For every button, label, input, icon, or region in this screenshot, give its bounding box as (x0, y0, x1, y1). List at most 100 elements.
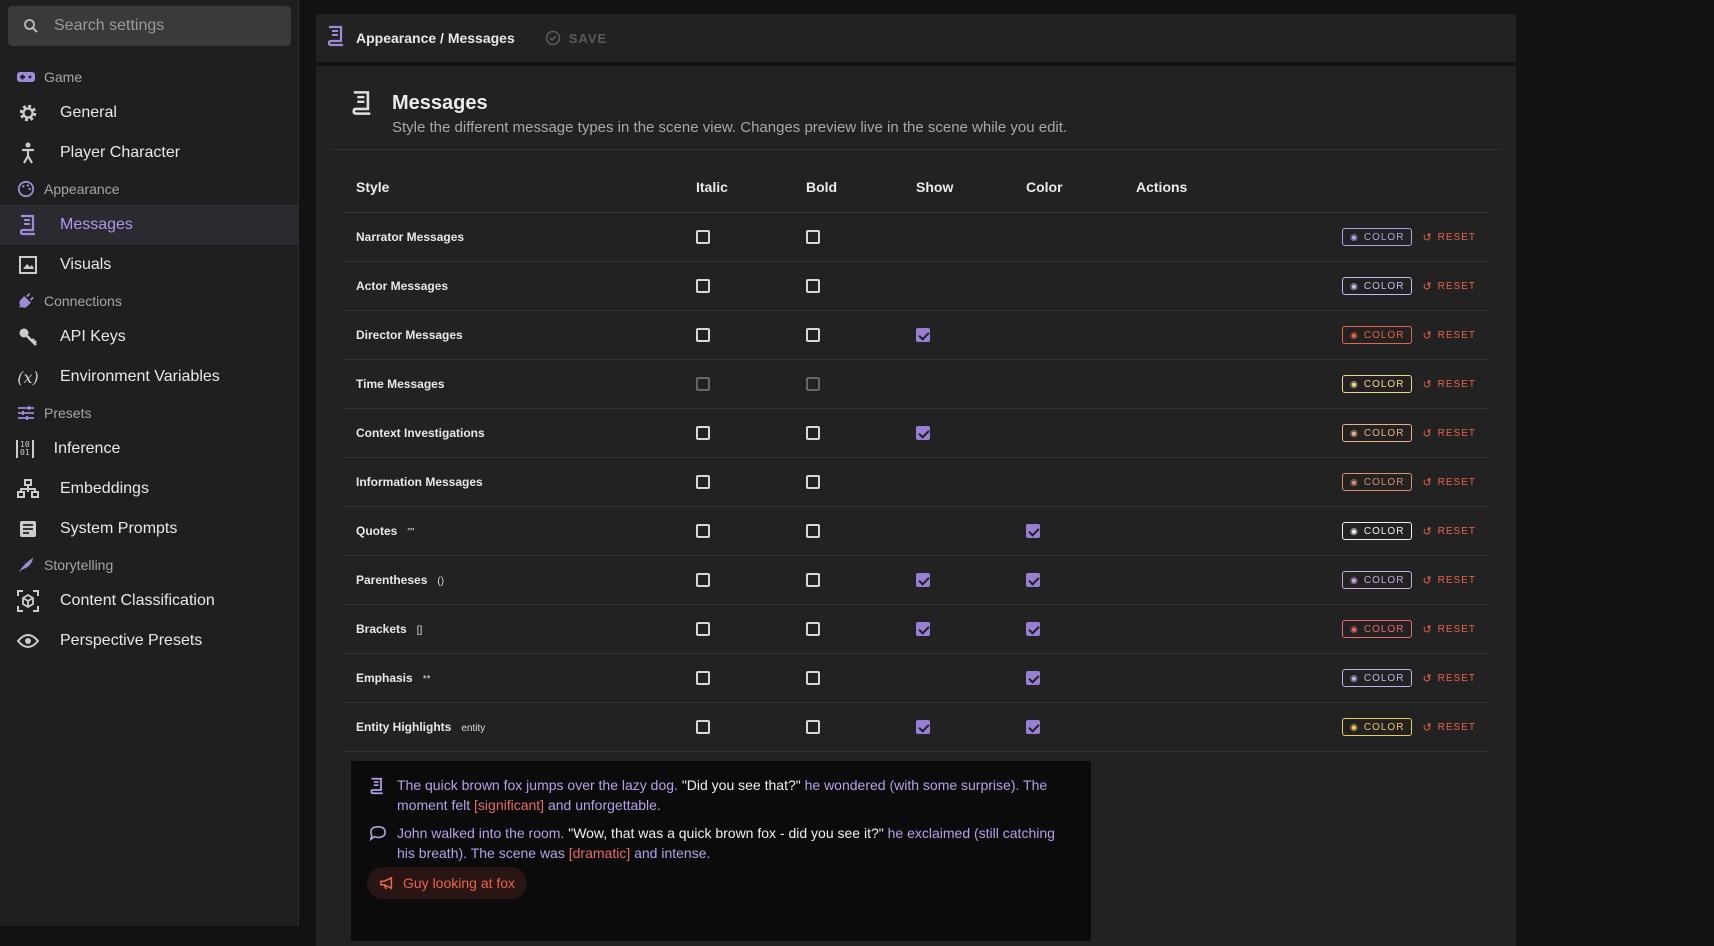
reset-label: RESET (1437, 231, 1476, 243)
show-checkbox[interactable] (916, 426, 930, 441)
italic-checkbox[interactable] (696, 671, 710, 686)
italic-cell (696, 261, 806, 311)
style-cell: Context Investigations (344, 408, 696, 458)
sidebar-item-label: Environment Variables (60, 368, 220, 385)
italic-checkbox[interactable] (696, 573, 710, 588)
search-input[interactable] (52, 16, 276, 36)
italic-checkbox[interactable] (696, 622, 710, 637)
color-button[interactable]: ◉ COLOR (1342, 277, 1413, 295)
save-label: SAVE (568, 30, 608, 46)
color-button[interactable]: ◉ COLOR (1342, 571, 1413, 589)
actions-cell: ◉ COLOR ↺ RESET (1136, 261, 1488, 311)
color-button[interactable]: ◉ COLOR (1342, 473, 1413, 491)
reset-button[interactable]: ↺ RESET (1422, 280, 1476, 293)
messages-panel: Messages Style the different message typ… (316, 66, 1516, 946)
color-checkbox[interactable] (1026, 671, 1040, 686)
sidebar-item-messages[interactable]: Messages (0, 205, 299, 245)
color-checkbox[interactable] (1026, 622, 1040, 637)
table-row: Entity Highlights entity ◉ COLOR ↺ RESET (344, 702, 1488, 752)
show-cell (916, 555, 1026, 605)
italic-checkbox[interactable] (696, 230, 710, 245)
sidebar-item-label: Visuals (60, 256, 112, 273)
color-button[interactable]: ◉ COLOR (1342, 522, 1413, 540)
style-cell: Time Messages (344, 359, 696, 409)
sidebar-item-visuals[interactable]: Visuals (0, 245, 299, 285)
header-italic: Italic (696, 162, 806, 213)
reset-button[interactable]: ↺ RESET (1422, 574, 1476, 587)
style-name: Director Messages (356, 328, 463, 342)
section-label: Storytelling (44, 557, 114, 573)
reset-button[interactable]: ↺ RESET (1422, 476, 1476, 489)
save-button[interactable]: SAVE (545, 30, 607, 46)
italic-checkbox[interactable] (696, 475, 710, 490)
director-message-chip[interactable]: Guy looking at fox (367, 867, 528, 899)
show-cell (916, 506, 1026, 556)
bold-checkbox[interactable] (806, 671, 820, 686)
color-button[interactable]: ◉ COLOR (1342, 375, 1413, 393)
bold-checkbox[interactable] (806, 377, 820, 392)
reset-button[interactable]: ↺ RESET (1422, 231, 1476, 244)
color-button[interactable]: ◉ COLOR (1342, 228, 1413, 246)
reset-button[interactable]: ↺ RESET (1422, 427, 1476, 440)
bold-checkbox[interactable] (806, 328, 820, 343)
sidebar-item-api-keys[interactable]: API Keys (0, 317, 299, 357)
reset-button[interactable]: ↺ RESET (1422, 378, 1476, 391)
italic-checkbox[interactable] (696, 720, 710, 735)
sidebar-item-content-classification[interactable]: Content Classification (0, 581, 299, 621)
bold-checkbox[interactable] (806, 524, 820, 539)
preview-parentheses: (with some surprise). (889, 777, 1020, 793)
reset-button[interactable]: ↺ RESET (1422, 525, 1476, 538)
reset-button[interactable]: ↺ RESET (1422, 623, 1476, 636)
bold-checkbox[interactable] (806, 230, 820, 245)
bold-checkbox[interactable] (806, 279, 820, 294)
color-label: COLOR (1363, 329, 1405, 341)
search-box[interactable] (8, 6, 291, 46)
italic-checkbox[interactable] (696, 524, 710, 539)
style-marker: "" (407, 527, 415, 538)
italic-checkbox[interactable] (696, 377, 710, 392)
palette-icon: ◉ (1350, 329, 1359, 340)
reset-label: RESET (1437, 476, 1476, 488)
color-button[interactable]: ◉ COLOR (1342, 620, 1413, 638)
bold-checkbox[interactable] (806, 475, 820, 490)
color-button[interactable]: ◉ COLOR (1342, 326, 1413, 344)
bold-checkbox[interactable] (806, 573, 820, 588)
color-label: COLOR (1363, 378, 1405, 390)
divider (332, 149, 1500, 150)
italic-checkbox[interactable] (696, 426, 710, 441)
reset-button[interactable]: ↺ RESET (1422, 329, 1476, 342)
bold-checkbox[interactable] (806, 622, 820, 637)
sidebar-item-player-character[interactable]: Player Character (0, 133, 299, 173)
reset-button[interactable]: ↺ RESET (1422, 672, 1476, 685)
actions-cell: ◉ COLOR ↺ RESET (1136, 555, 1488, 605)
message-book-icon (326, 25, 346, 52)
sidebar-item-embeddings[interactable]: Embeddings (0, 469, 299, 509)
color-checkbox[interactable] (1026, 720, 1040, 735)
show-checkbox[interactable] (916, 720, 930, 735)
color-checkbox[interactable] (1026, 524, 1040, 539)
sidebar-item-environment-variables[interactable]: (x) Environment Variables (0, 357, 299, 397)
sidebar: Game General Player Character Appearance… (0, 0, 299, 926)
italic-checkbox[interactable] (696, 328, 710, 343)
bold-checkbox[interactable] (806, 720, 820, 735)
bold-checkbox[interactable] (806, 426, 820, 441)
show-checkbox[interactable] (916, 328, 930, 343)
sidebar-item-general[interactable]: General (0, 93, 299, 133)
show-checkbox[interactable] (916, 622, 930, 637)
bold-cell (806, 212, 916, 262)
color-button[interactable]: ◉ COLOR (1342, 424, 1413, 442)
color-button[interactable]: ◉ COLOR (1342, 718, 1413, 736)
sidebar-item-perspective-presets[interactable]: Perspective Presets (0, 621, 299, 661)
preview-brackets: [dramatic] (568, 845, 631, 861)
bold-cell (806, 261, 916, 311)
palette-icon: ◉ (1350, 280, 1359, 291)
color-checkbox[interactable] (1026, 573, 1040, 588)
color-button[interactable]: ◉ COLOR (1342, 669, 1413, 687)
color-label: COLOR (1363, 231, 1405, 243)
italic-checkbox[interactable] (696, 279, 710, 294)
show-checkbox[interactable] (916, 573, 930, 588)
sidebar-item-inference[interactable]: 10 01 Inference (0, 429, 299, 469)
sidebar-item-system-prompts[interactable]: System Prompts (0, 509, 299, 549)
reset-button[interactable]: ↺ RESET (1422, 721, 1476, 734)
sidebar-item-label: API Keys (60, 328, 126, 345)
